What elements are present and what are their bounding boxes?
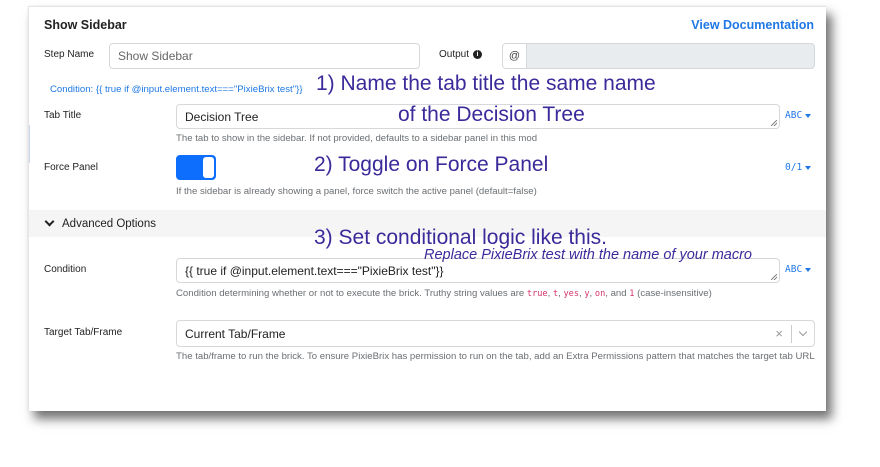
info-icon[interactable]: i	[473, 50, 483, 59]
annotation-step2: 2) Toggle on Force Panel	[314, 153, 549, 176]
truthy-value: 1	[629, 289, 635, 299]
output-label: Output i	[439, 49, 483, 60]
target-tab-value: Current Tab/Frame	[185, 326, 286, 341]
step-name-label: Step Name	[44, 49, 95, 60]
output-prefix: @	[503, 44, 527, 68]
condition-help-text: Condition determining whether or not to …	[176, 288, 525, 299]
advanced-options-label: Advanced Options	[62, 217, 156, 230]
caret-down-icon	[805, 113, 812, 118]
active-field-indicator	[29, 125, 30, 163]
annotation-step1-line1: 1) Name the tab title the same name	[316, 72, 656, 95]
target-tab-label: Target Tab/Frame	[44, 327, 123, 338]
view-documentation-link[interactable]: View Documentation	[691, 18, 814, 32]
force-panel-type-picker[interactable]: 0/1	[785, 162, 812, 173]
clear-icon[interactable]: ×	[775, 326, 783, 341]
type-label: ABC	[785, 110, 803, 121]
step-name-value: Show Sidebar	[118, 49, 193, 63]
condition-help: Condition determining whether or not to …	[176, 288, 712, 299]
caret-down-icon	[805, 165, 812, 170]
condition-help-suffix: (case-insensitive)	[637, 288, 712, 299]
truthy-value: yes	[563, 289, 580, 299]
truthy-value: true	[526, 289, 548, 299]
tab-title-type-picker[interactable]: ABC	[785, 110, 812, 121]
annotation-step1-line2: of the Decision Tree	[398, 103, 585, 126]
chevron-down-icon[interactable]	[798, 327, 808, 337]
output-label-text: Output	[439, 49, 470, 60]
truthy-value: y	[584, 289, 590, 299]
tab-title-label: Tab Title	[44, 110, 82, 121]
resize-handle-icon[interactable]	[771, 120, 777, 126]
condition-label: Condition	[44, 264, 87, 275]
resize-handle-icon[interactable]	[771, 274, 777, 280]
tab-title-value: Decision Tree	[185, 109, 259, 124]
force-panel-label: Force Panel	[44, 162, 98, 173]
condition-link[interactable]: Condition: {{ true if @input.element.tex…	[50, 84, 303, 95]
annotation-step3-note: Replace PixieBrix test with the name of …	[424, 247, 752, 263]
condition-help-and: and	[610, 288, 627, 299]
tab-title-help: The tab to show in the sidebar. If not p…	[176, 133, 538, 144]
force-panel-toggle[interactable]	[176, 155, 216, 180]
output-value	[527, 44, 814, 68]
truthy-value: on	[594, 289, 606, 299]
condition-type-picker[interactable]: ABC	[785, 264, 812, 275]
panel-title: Show Sidebar	[44, 18, 127, 32]
type-label: 0/1	[785, 162, 803, 173]
brick-configuration-panel: Show Sidebar View Documentation Step Nam…	[28, 6, 826, 411]
output-key-field[interactable]: @	[502, 43, 815, 69]
chevron-down-icon	[44, 216, 55, 227]
target-tab-select[interactable]: Current Tab/Frame ×	[176, 320, 815, 347]
force-panel-help: If the sidebar is already showing a pane…	[176, 186, 537, 197]
step-name-input[interactable]: Show Sidebar	[109, 43, 420, 69]
caret-down-icon	[805, 267, 812, 272]
type-label: ABC	[785, 264, 803, 275]
toggle-knob	[203, 157, 214, 178]
select-separator	[791, 324, 792, 343]
condition-value: {{ true if @input.element.text==="PixieB…	[185, 263, 444, 278]
truthy-value: t	[552, 289, 559, 299]
target-tab-help: The tab/frame to run the brick. To ensur…	[176, 351, 815, 362]
